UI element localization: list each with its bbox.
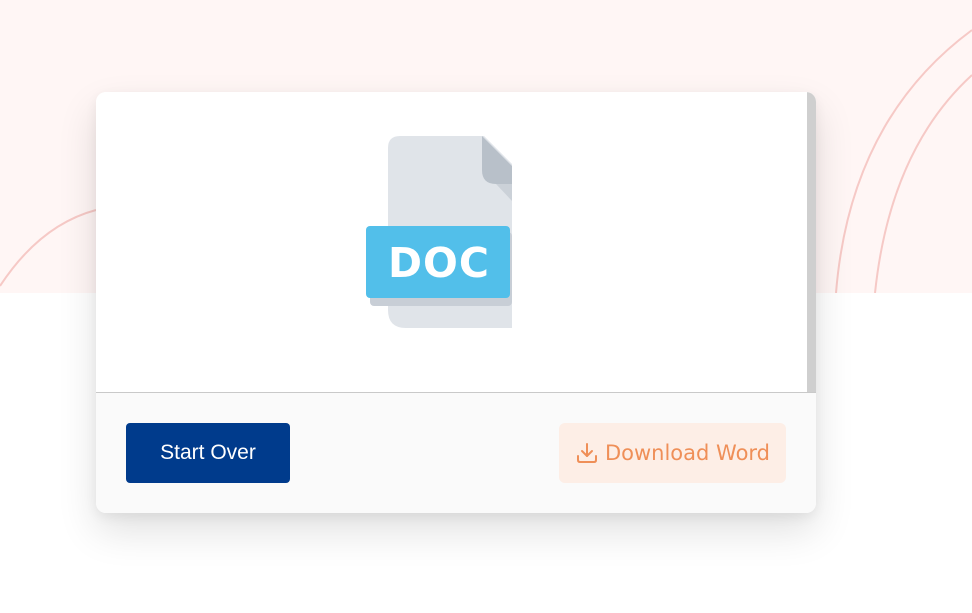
action-bar: Start Over Download Word [96, 393, 816, 513]
download-word-button[interactable]: Download Word [559, 423, 786, 483]
document-preview: DOC [96, 92, 816, 393]
start-over-label: Start Over [160, 441, 256, 464]
download-word-label: Download Word [604, 441, 771, 465]
preview-scrollbar[interactable] [807, 92, 816, 392]
file-type-label: DOC [388, 239, 490, 287]
download-icon [575, 441, 599, 465]
result-card: DOC Start Over Download Word [96, 92, 816, 513]
start-over-button[interactable]: Start Over [126, 423, 290, 483]
page: DOC Start Over Download Word [0, 0, 972, 613]
